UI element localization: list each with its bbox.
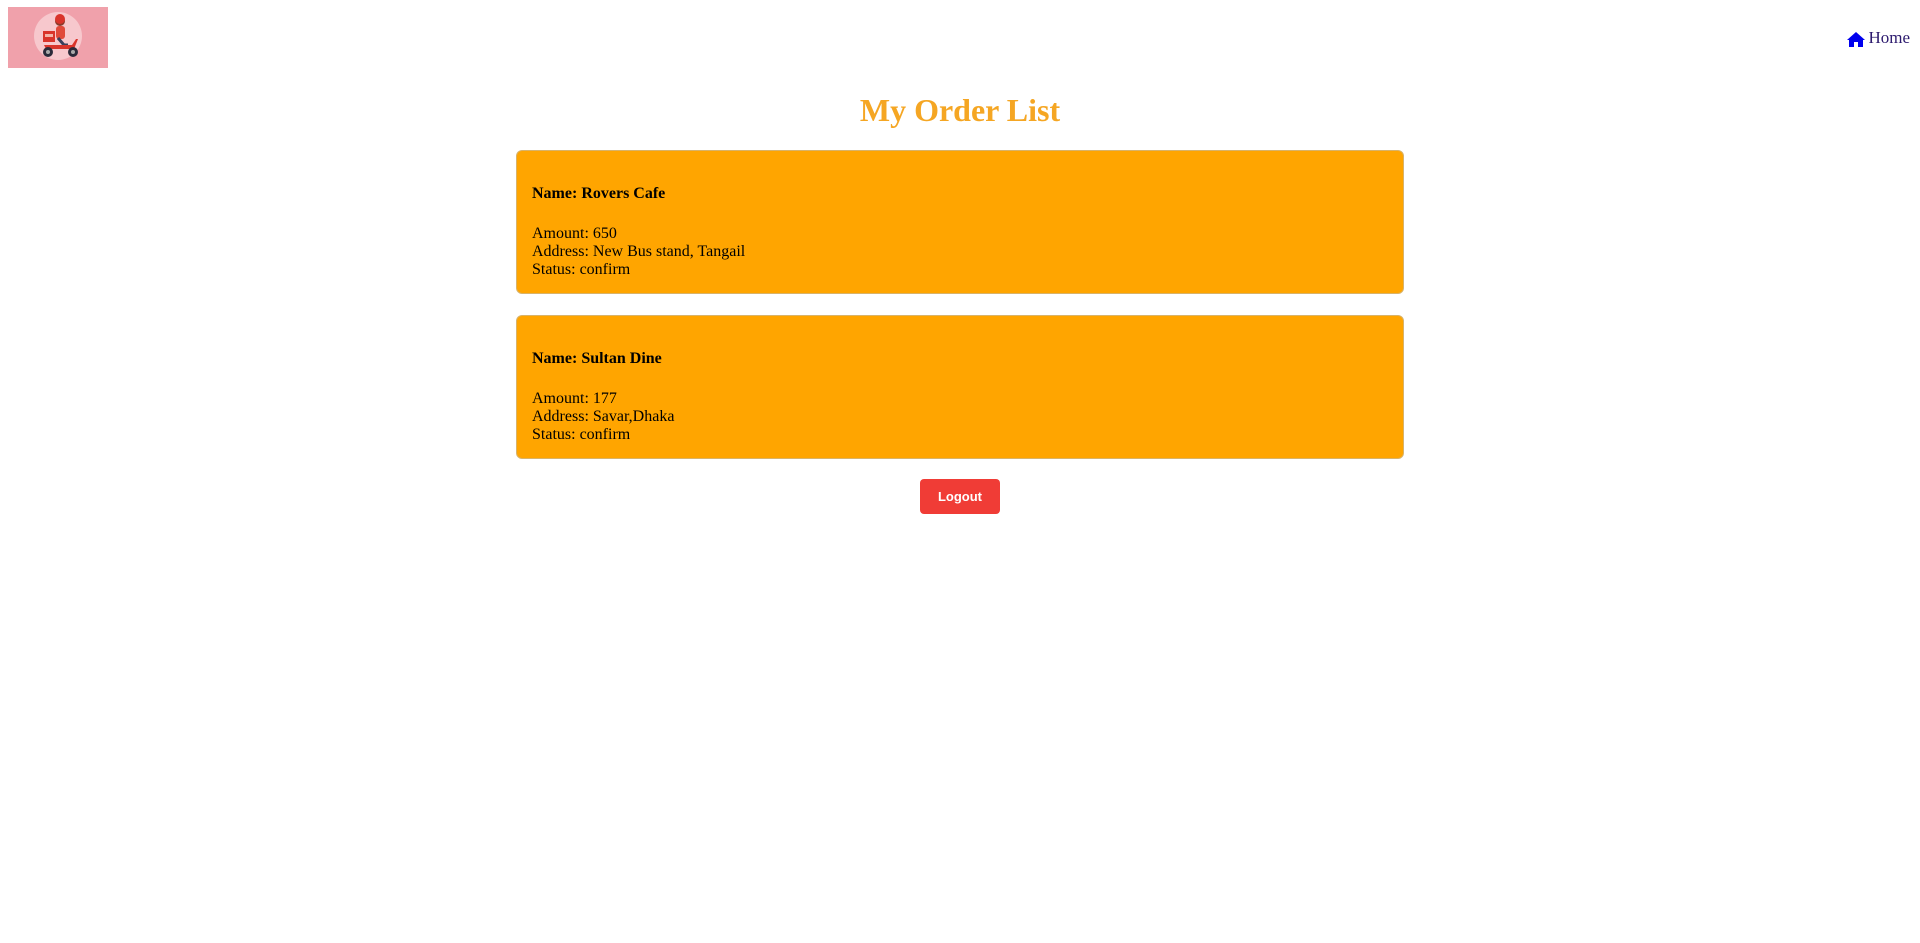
order-card: Name: Rovers Cafe Amount: 650 Address: N… bbox=[516, 150, 1404, 294]
header: Home bbox=[0, 0, 1920, 80]
page-title: My Order List bbox=[859, 92, 1061, 128]
home-icon bbox=[1846, 31, 1866, 48]
scooter-rider-icon bbox=[34, 12, 82, 60]
nav-home-label: Home bbox=[1868, 28, 1910, 47]
logout-container: Logout bbox=[0, 479, 1920, 514]
delivery-scooter-logo[interactable] bbox=[8, 7, 108, 68]
order-status: Status: confirm bbox=[532, 261, 631, 278]
order-address: Address: New Bus stand, Tangail bbox=[532, 243, 746, 260]
order-name: Name: Sultan Dine bbox=[532, 350, 662, 367]
logout-button[interactable]: Logout bbox=[920, 479, 1000, 514]
order-amount: Amount: 177 bbox=[532, 390, 617, 407]
nav-home-link[interactable]: Home bbox=[1846, 28, 1910, 48]
order-amount: Amount: 650 bbox=[532, 225, 617, 242]
order-list: Name: Rovers Cafe Amount: 650 Address: N… bbox=[516, 150, 1404, 459]
order-card: Name: Sultan Dine Amount: 177 Address: S… bbox=[516, 315, 1404, 459]
order-name: Name: Rovers Cafe bbox=[532, 185, 666, 202]
order-status: Status: confirm bbox=[532, 426, 631, 443]
order-address: Address: Savar,Dhaka bbox=[532, 408, 675, 425]
